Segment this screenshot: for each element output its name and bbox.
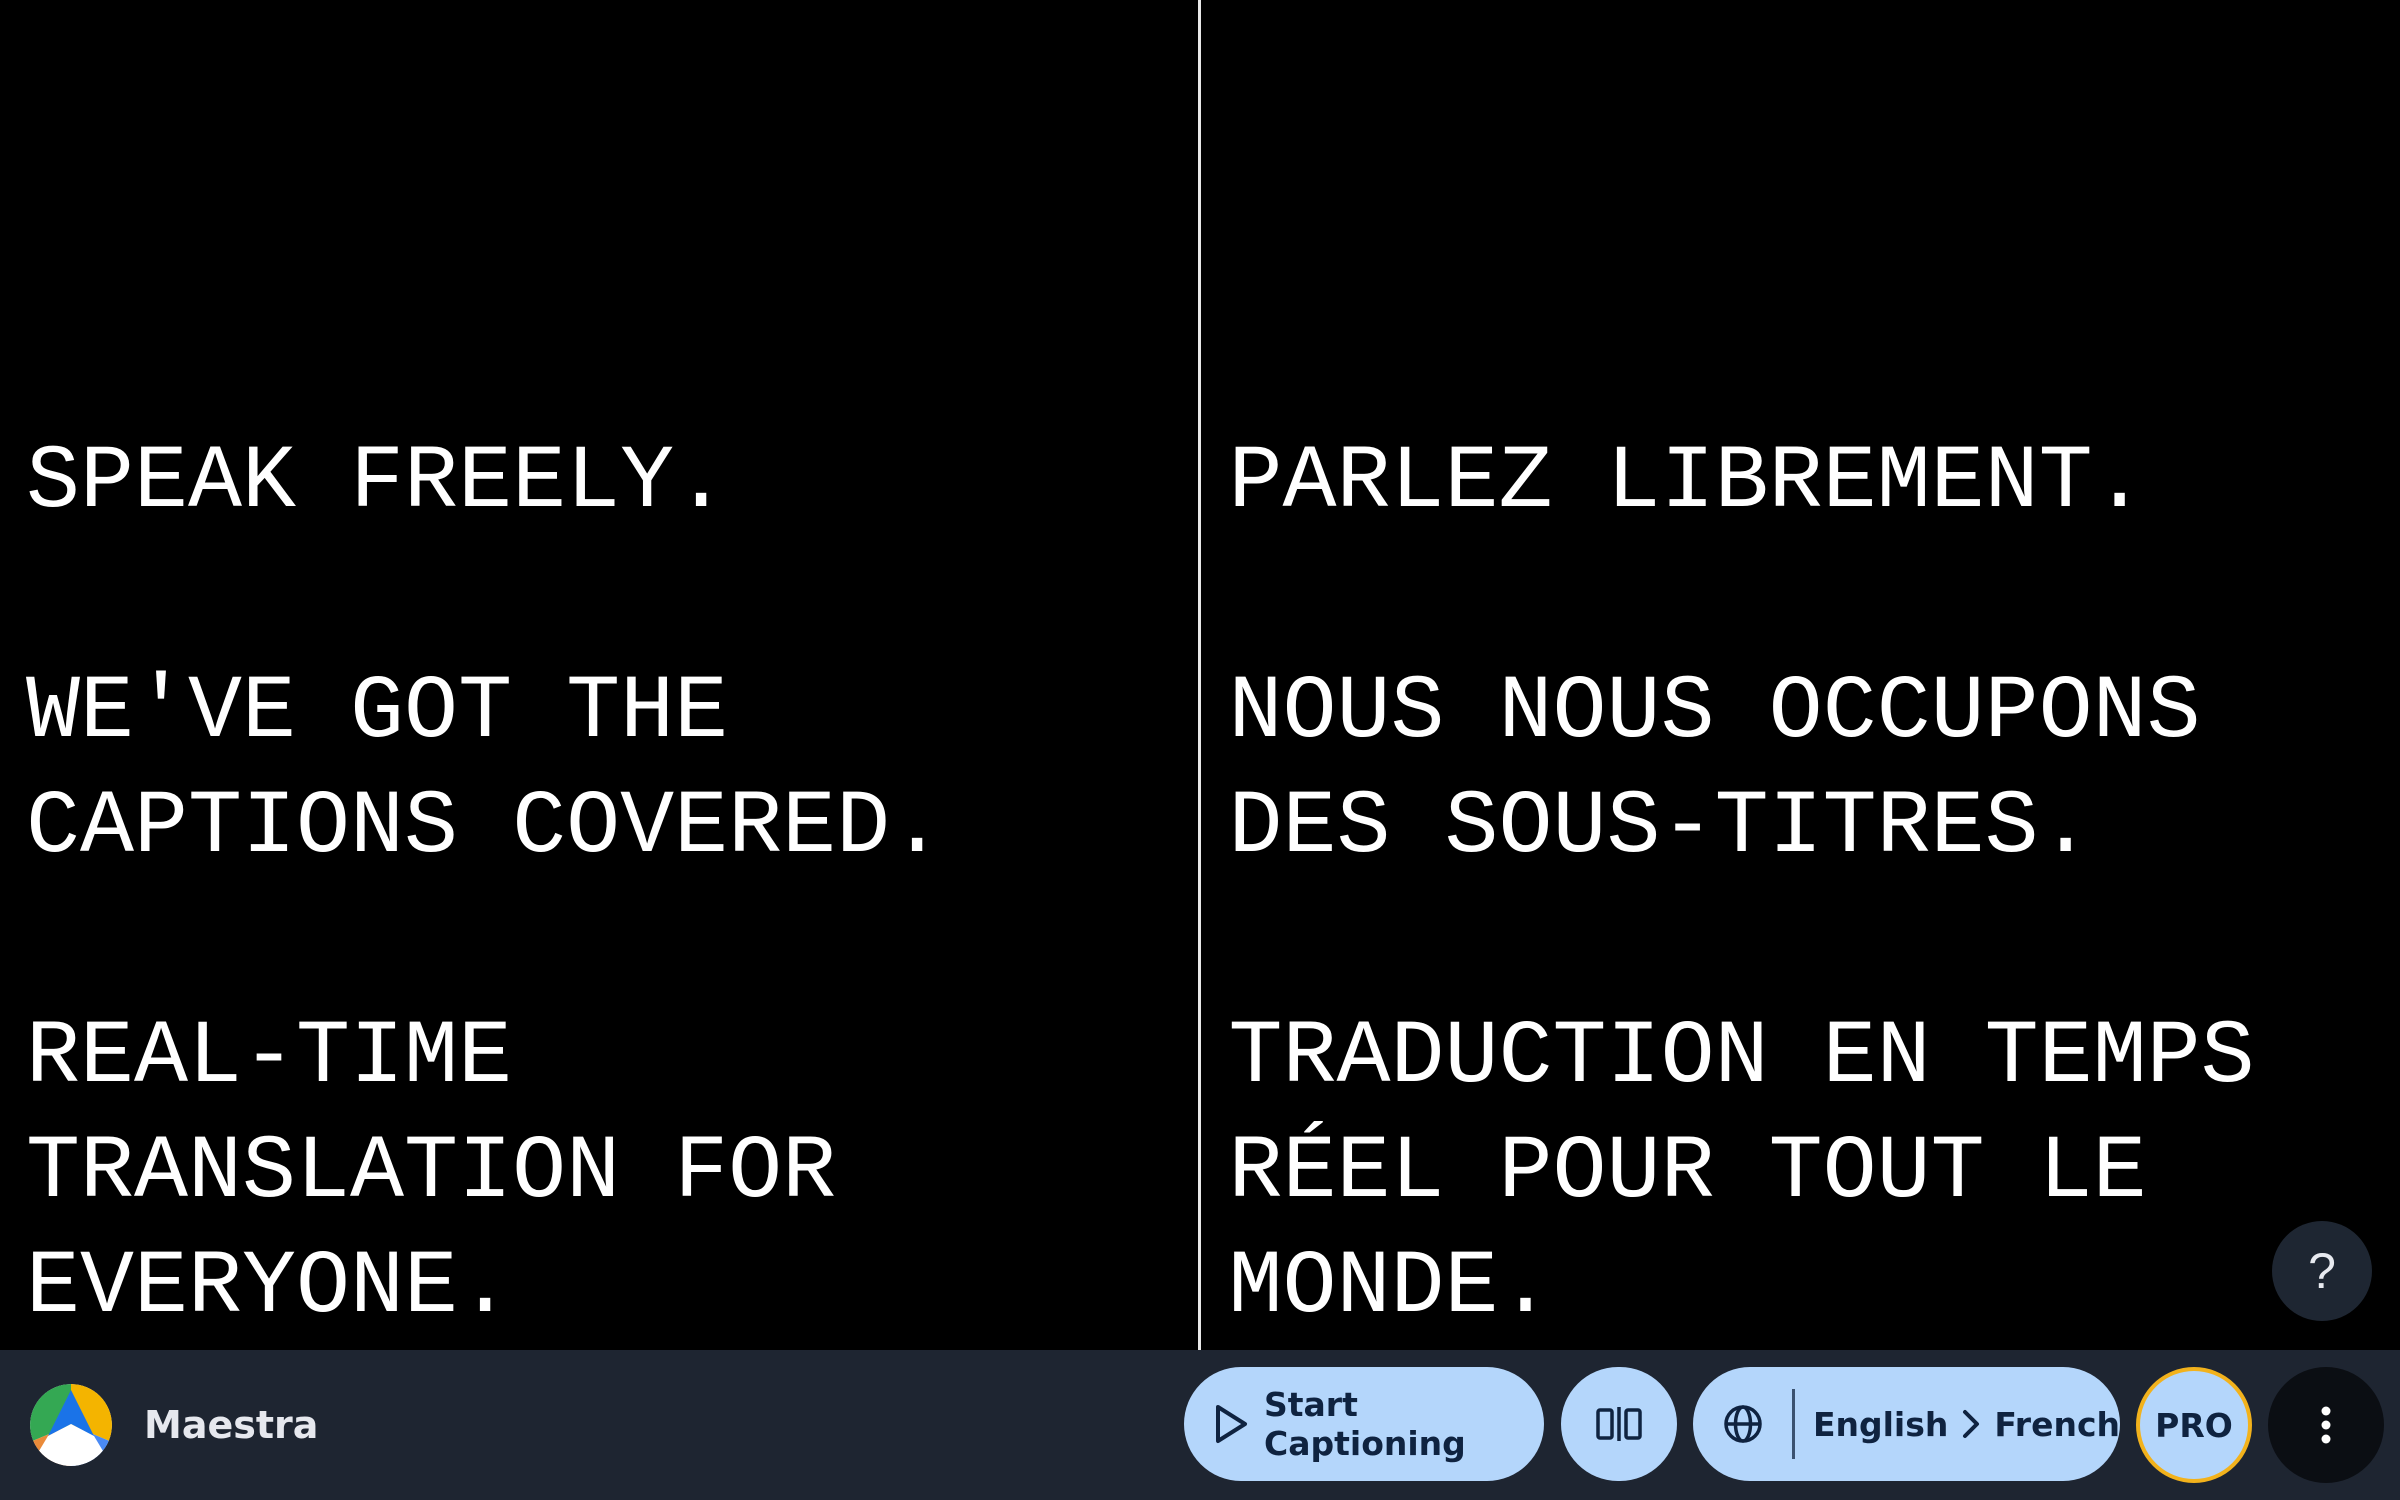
help-button[interactable]: ? <box>2272 1221 2372 1321</box>
source-language-label: English <box>1812 1404 1949 1444</box>
split-view-icon <box>1596 1406 1642 1442</box>
translation-caption-text: PARLEZ LIBREMENT. NOUS NOUS OCCUPONS DES… <box>1229 426 2381 1350</box>
chevron-right-icon <box>1962 1409 1980 1439</box>
help-label: ? <box>2308 1243 2336 1299</box>
source-caption-line: WE'VE GOT THE CAPTIONS COVERED. <box>26 662 945 879</box>
source-caption-line: REAL-TIME TRANSLATION FOR EVERYONE. <box>26 1007 837 1339</box>
pro-label: PRO <box>2155 1405 2233 1445</box>
split-view-button[interactable] <box>1561 1367 1677 1481</box>
more-options-button[interactable] <box>2268 1367 2384 1483</box>
play-icon <box>1214 1404 1248 1444</box>
maestra-logo-icon <box>30 1384 112 1466</box>
language-pair: English French <box>1795 1405 2120 1444</box>
app-root: SPEAK FREELY. WE'VE GOT THE CAPTIONS COV… <box>0 0 2400 1500</box>
source-caption-pane: SPEAK FREELY. WE'VE GOT THE CAPTIONS COV… <box>0 0 1198 1350</box>
target-language-label: French <box>1994 1404 2120 1444</box>
more-vertical-icon <box>2320 1406 2332 1444</box>
pro-button[interactable]: PRO <box>2136 1367 2252 1483</box>
source-caption-text: SPEAK FREELY. WE'VE GOT THE CAPTIONS COV… <box>26 426 1178 1350</box>
translation-caption-pane: PARLEZ LIBREMENT. NOUS NOUS OCCUPONS DES… <box>1201 0 2400 1350</box>
translation-caption-line: NOUS NOUS OCCUPONS DES SOUS-TITRES. <box>1228 662 2201 879</box>
language-selector-button[interactable]: English French <box>1693 1367 2120 1481</box>
bottom-toolbar: Maestra Start Captioning English French … <box>0 1350 2400 1500</box>
start-captioning-button[interactable]: Start Captioning <box>1184 1367 1544 1481</box>
translation-caption-line: TRADUCTION EN TEMPS RÉEL POUR TOUT LE MO… <box>1228 1007 2255 1339</box>
translation-caption-line: PARLEZ LIBREMENT. <box>1228 432 2147 534</box>
brand-name: Maestra <box>144 1403 319 1447</box>
start-captioning-label: Start Captioning <box>1264 1385 1466 1463</box>
caption-area: SPEAK FREELY. WE'VE GOT THE CAPTIONS COV… <box>0 0 2400 1350</box>
globe-icon[interactable] <box>1693 1367 1792 1481</box>
source-caption-line: SPEAK FREELY. <box>26 432 729 534</box>
